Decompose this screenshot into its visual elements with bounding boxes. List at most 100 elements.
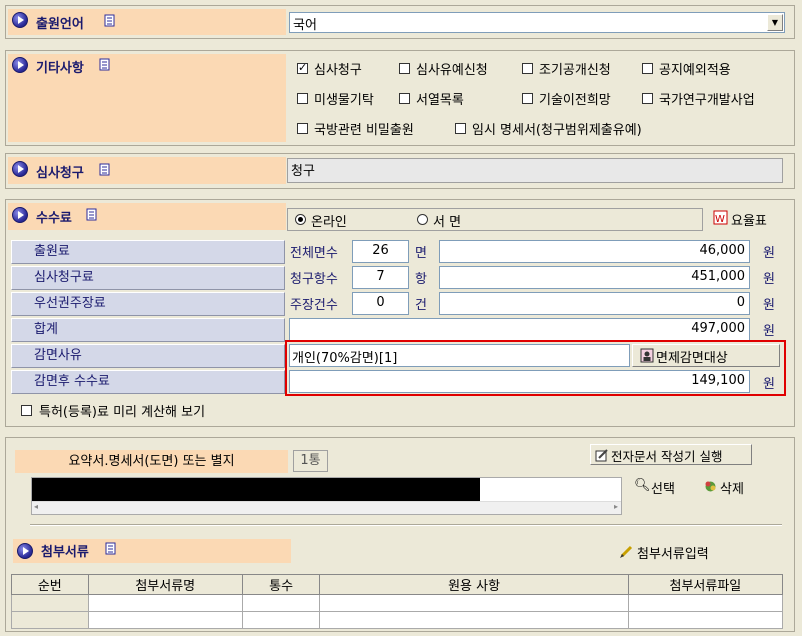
table-cell bbox=[87, 594, 243, 612]
checkbox-tech-transfer[interactable] bbox=[522, 93, 533, 104]
fee-label-reduction-reason: 감면사유 bbox=[11, 344, 285, 368]
divider bbox=[30, 524, 782, 526]
checkbox-label: 심사유예신청 bbox=[416, 63, 488, 78]
currency-label: 원 bbox=[763, 272, 775, 287]
fee-table-icon[interactable]: W bbox=[713, 210, 728, 225]
column-header: 원용 사항 bbox=[319, 574, 629, 595]
table-row[interactable] bbox=[11, 594, 784, 612]
summary-label: 요약서.명세서(도면) 또는 별지 bbox=[68, 454, 235, 469]
exam-request-value: 청구 bbox=[291, 164, 315, 179]
document-editor-button[interactable]: 전자문서 작성기 실행 bbox=[590, 444, 752, 465]
section-bullet-icon bbox=[12, 57, 28, 73]
document-editor-label: 전자문서 작성기 실행 bbox=[611, 449, 723, 464]
checkbox-label: 서열목록 bbox=[416, 93, 464, 108]
redacted-bar bbox=[32, 478, 480, 502]
section-bullet-icon bbox=[12, 207, 28, 223]
delete-icon[interactable] bbox=[703, 479, 718, 494]
table-header-row: 순번 첨부서류명 통수 원용 사항 첨부서류파일 bbox=[11, 574, 784, 595]
checkbox-exam-request[interactable] bbox=[297, 61, 308, 74]
unit-label: 항 bbox=[415, 272, 427, 287]
table-cell bbox=[241, 594, 321, 612]
file-list[interactable]: ◂ ▸ bbox=[31, 477, 622, 515]
pencil-icon[interactable] bbox=[619, 544, 634, 559]
radio-paper[interactable] bbox=[417, 214, 428, 225]
section-bullet-icon bbox=[17, 543, 33, 559]
language-select-value: 국어 bbox=[293, 18, 317, 33]
checkbox-defense-secret[interactable] bbox=[297, 123, 308, 134]
horizontal-scrollbar[interactable]: ◂ ▸ bbox=[32, 501, 621, 514]
dropdown-arrow-icon[interactable]: ▼ bbox=[767, 14, 783, 31]
table-cell bbox=[319, 594, 629, 612]
fee-label-application: 출원료 bbox=[11, 240, 285, 264]
table-cell bbox=[241, 611, 321, 629]
fee-label-exam: 심사청구료 bbox=[11, 266, 285, 290]
checkbox-national-rnd[interactable] bbox=[642, 93, 653, 104]
magnifier-icon[interactable]: 🔍︎ bbox=[634, 478, 651, 493]
table-cell bbox=[627, 594, 784, 612]
unit-label: 면 bbox=[415, 246, 427, 261]
section-bullet-icon bbox=[12, 161, 28, 177]
currency-label: 원 bbox=[763, 324, 775, 339]
checkbox-sequence-listing[interactable] bbox=[399, 93, 410, 104]
checkbox-preview-fee[interactable] bbox=[21, 405, 32, 416]
checkbox-label: 미생물기탁 bbox=[314, 93, 374, 108]
applicant-language-title: 출원언어 bbox=[36, 17, 84, 32]
checkbox-label: 국가연구개발사업 bbox=[659, 93, 755, 108]
total-pages-input[interactable]: 26 bbox=[352, 240, 409, 263]
document-icon bbox=[99, 163, 110, 176]
sub-label-claims-count: 주장건수 bbox=[290, 298, 338, 313]
document-icon bbox=[105, 542, 116, 555]
exam-request-field: 청구 bbox=[287, 158, 783, 183]
exam-request-title: 심사청구 bbox=[36, 166, 84, 181]
document-icon bbox=[99, 58, 110, 71]
currency-label: 원 bbox=[763, 298, 775, 313]
checkbox-exam-deferral[interactable] bbox=[399, 63, 410, 74]
sub-label-claims: 청구항수 bbox=[290, 272, 338, 287]
radio-online[interactable] bbox=[295, 214, 306, 225]
fees-title: 수수료 bbox=[36, 211, 72, 226]
scroll-right-arrow-icon[interactable]: ▸ bbox=[614, 502, 618, 511]
claims-count-input[interactable]: 7 bbox=[352, 266, 409, 289]
scroll-left-arrow-icon[interactable]: ◂ bbox=[34, 502, 38, 511]
attachments-input-button[interactable]: 첨부서류입력 bbox=[637, 543, 709, 562]
total-fee-amount: 497,000 bbox=[289, 318, 750, 341]
delete-button[interactable]: 삭제 bbox=[720, 478, 744, 497]
table-cell bbox=[11, 594, 89, 612]
highlight-box bbox=[285, 340, 786, 396]
checkbox-label: 국방관련 비밀출원 bbox=[314, 123, 414, 138]
sub-label-total-pages: 전체면수 bbox=[290, 246, 338, 261]
checkbox-label: 공지예외적용 bbox=[659, 63, 731, 78]
checkbox-provisional-spec[interactable] bbox=[455, 123, 466, 134]
checkbox-label: 기술이전희망 bbox=[539, 93, 611, 108]
copies-value: 1통 bbox=[300, 453, 321, 468]
table-cell bbox=[319, 611, 629, 629]
column-header: 순번 bbox=[11, 574, 89, 595]
document-icon bbox=[104, 14, 115, 27]
priority-fee-amount: 0 bbox=[439, 292, 750, 315]
attachments-title: 첨부서류 bbox=[41, 545, 89, 560]
radio-paper-label: 서 면 bbox=[433, 215, 462, 230]
column-header: 첨부서류파일 bbox=[627, 574, 784, 595]
fee-table-link[interactable]: 요율표 bbox=[731, 210, 767, 229]
select-button[interactable]: 선택 bbox=[651, 478, 675, 497]
language-select[interactable]: 국어 ▼ bbox=[289, 12, 785, 33]
checkbox-label: 조기공개신청 bbox=[539, 63, 611, 78]
checkbox-label: 심사청구 bbox=[314, 63, 362, 78]
radio-online-label: 온라인 bbox=[311, 215, 347, 230]
svg-text:W: W bbox=[715, 214, 725, 225]
exam-fee-amount: 451,000 bbox=[439, 266, 750, 289]
application-fee-amount: 46,000 bbox=[439, 240, 750, 263]
fee-label-priority: 우선권주장료 bbox=[11, 292, 285, 316]
column-header: 통수 bbox=[241, 574, 321, 595]
table-row[interactable] bbox=[11, 611, 784, 629]
preview-fee-label: 특허(등록)료 미리 계산해 보기 bbox=[39, 405, 206, 420]
checkbox-grace-period[interactable] bbox=[642, 63, 653, 74]
priority-count-input[interactable]: 0 bbox=[352, 292, 409, 315]
checkbox-microorganism[interactable] bbox=[297, 93, 308, 104]
document-icon bbox=[86, 208, 97, 221]
checkbox-early-publication[interactable] bbox=[522, 63, 533, 74]
column-header: 첨부서류명 bbox=[87, 574, 243, 595]
unit-label: 건 bbox=[415, 298, 427, 313]
submission-method-group bbox=[287, 208, 703, 231]
attachments-table: 순번 첨부서류명 통수 원용 사항 첨부서류파일 bbox=[11, 574, 784, 629]
